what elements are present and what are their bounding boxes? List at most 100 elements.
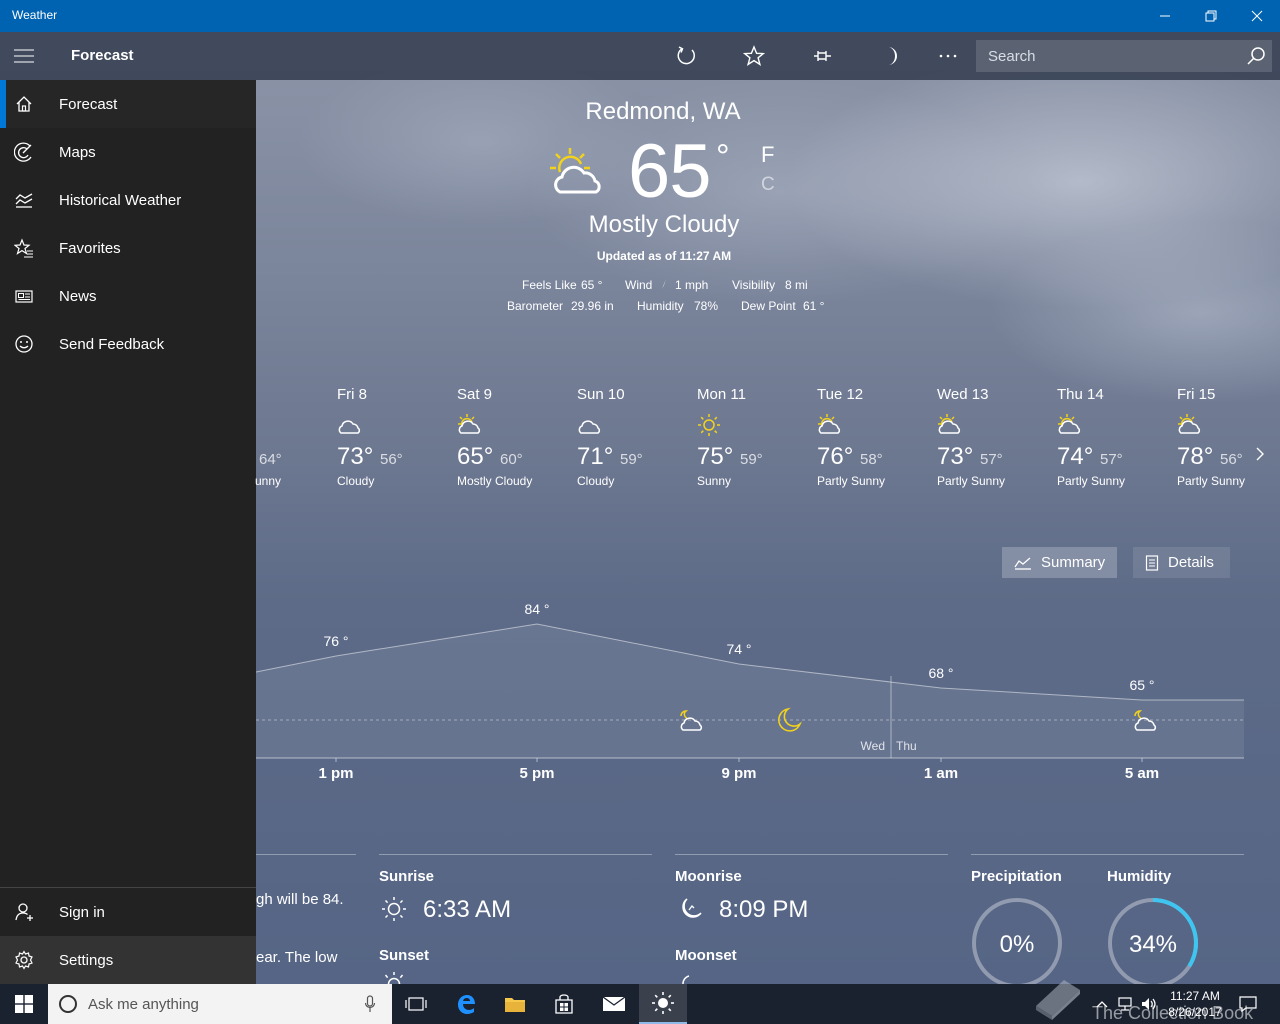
- sunset-label: Sunset: [379, 947, 430, 964]
- weather-taskbar-button[interactable]: [639, 984, 687, 1024]
- more-button[interactable]: [924, 32, 972, 80]
- search-box: [976, 40, 1272, 72]
- hamburger-icon: [14, 49, 34, 63]
- day-summary-text: gh will be 84.: [256, 891, 344, 908]
- day-condition: Partly Sunny: [1057, 474, 1126, 488]
- sunrise-icon: [382, 897, 406, 921]
- close-button[interactable]: [1234, 0, 1280, 32]
- wind-direction-icon: [662, 279, 666, 289]
- partly-sunny-icon: [1058, 414, 1081, 434]
- task-view-button[interactable]: [392, 984, 440, 1024]
- cloud-icon: [338, 420, 361, 434]
- degree-symbol: °: [716, 138, 730, 176]
- location-name: Redmond, WA: [585, 98, 741, 125]
- moonrise-label: Moonrise: [675, 868, 742, 885]
- hamburger-menu-button[interactable]: [0, 32, 48, 80]
- favorite-button[interactable]: [730, 32, 778, 80]
- unit-celsius-toggle[interactable]: C: [761, 174, 775, 196]
- edge-icon: [458, 995, 475, 1014]
- day-high-temp: 71°: [577, 443, 614, 470]
- humidity-gauge: 34%: [1107, 897, 1199, 989]
- edge-taskbar-button[interactable]: [442, 984, 490, 1024]
- nav-item-send-feedback[interactable]: Send Feedback: [0, 320, 256, 368]
- file-explorer-taskbar-button[interactable]: [491, 984, 539, 1024]
- window-title: Weather: [12, 8, 58, 22]
- updated-time: Updated as of 11:27 AM: [596, 249, 732, 263]
- day-divider-label: Wed: [861, 739, 885, 753]
- day-low-temp: 59°: [620, 451, 643, 468]
- unit-fahrenheit-toggle[interactable]: F: [761, 142, 774, 168]
- search-icon[interactable]: [1246, 46, 1266, 66]
- clock-time: 11:27 AM: [1170, 989, 1220, 1003]
- wind-label: Wind: [625, 278, 653, 292]
- dew-point-label: Dew Point: [741, 299, 796, 313]
- moonset-label: Moonset: [675, 947, 737, 964]
- nav-item-sign-in[interactable]: Sign in: [0, 888, 256, 936]
- humidity-card-value: 34%: [1128, 931, 1178, 958]
- navigation-pane: Forecast Maps Historical Weather Favorit…: [0, 80, 256, 984]
- nav-item-historical-weather[interactable]: Historical Weather: [0, 176, 256, 224]
- partly-sunny-icon: [938, 414, 961, 434]
- barometer-value: 29.96 in: [571, 299, 614, 313]
- smiley-icon: [15, 335, 33, 353]
- person-icon: [15, 903, 33, 921]
- day-condition: Sunny: [697, 474, 732, 488]
- day-low-temp: 57°: [1100, 451, 1123, 468]
- day-high-temp: 74°: [1057, 443, 1094, 470]
- nav-item-label: Maps: [59, 144, 96, 161]
- card-divider: [379, 854, 652, 855]
- taskbar: 11:27 AM 8/26/2017: [0, 984, 1280, 1024]
- nav-item-favorites[interactable]: Favorites: [0, 224, 256, 272]
- mail-taskbar-button[interactable]: [590, 984, 638, 1024]
- temperature-label: 84 °: [524, 601, 549, 617]
- details-button[interactable]: Details: [1133, 547, 1230, 578]
- book-logo-icon: [1036, 980, 1080, 1020]
- pin-button[interactable]: [798, 32, 846, 80]
- close-icon: [1251, 10, 1263, 22]
- day-name: Fri 8: [337, 386, 367, 403]
- nav-item-label: Favorites: [59, 240, 121, 257]
- moon-icon: [888, 47, 897, 65]
- day-name: Mon 11: [697, 386, 746, 403]
- store-taskbar-button[interactable]: [540, 984, 588, 1024]
- dark-mode-button[interactable]: [866, 32, 914, 80]
- day-condition: Partly Sunny: [817, 474, 886, 488]
- nav-item-label: Sign in: [59, 904, 105, 921]
- day-name: Tue 12: [817, 386, 864, 403]
- summary-button[interactable]: Summary: [1002, 547, 1117, 578]
- document-icon: [1145, 554, 1159, 571]
- microphone-icon[interactable]: [364, 995, 376, 1013]
- task-view-icon: [405, 997, 427, 1011]
- folder-icon: [505, 998, 525, 1012]
- nav-item-label: Historical Weather: [59, 192, 182, 209]
- title-bar: Weather: [0, 0, 1280, 32]
- day-low-temp: 60°: [500, 451, 523, 468]
- day-name: Sat 9: [457, 386, 493, 403]
- card-divider: [971, 854, 1244, 855]
- partly-cloudy-icon: [458, 414, 481, 434]
- day-low-temp: 56°: [380, 451, 403, 468]
- day-high-temp: 76°: [817, 443, 854, 470]
- day-condition: unny: [255, 474, 282, 488]
- cortana-search-input[interactable]: [88, 984, 348, 1024]
- nav-item-news[interactable]: News: [0, 272, 256, 320]
- cortana-icon: [59, 995, 77, 1013]
- day-name: Thu 14: [1057, 386, 1104, 403]
- chevron-right-icon[interactable]: [1255, 446, 1265, 462]
- nav-item-settings[interactable]: Settings: [0, 936, 256, 984]
- day-high-temp: 78°: [1177, 443, 1214, 470]
- minimize-button[interactable]: [1142, 0, 1188, 32]
- refresh-button[interactable]: [662, 32, 710, 80]
- x-tick-label: 9 pm: [721, 765, 756, 782]
- search-input[interactable]: [976, 40, 1236, 72]
- day-name: Fri 15: [1177, 386, 1216, 403]
- current-temperature: 65: [628, 129, 712, 214]
- start-button[interactable]: [0, 984, 48, 1024]
- restore-button[interactable]: [1188, 0, 1234, 32]
- nav-item-forecast[interactable]: Forecast: [0, 80, 256, 128]
- hourly-temperature-chart: 76 ° 84 ° 74 ° 68 ° 65 ° 1 pm 5 pm 9 pm 1 am 5 am…: [256, 601, 1244, 782]
- news-icon: [15, 290, 33, 303]
- nav-item-maps[interactable]: Maps: [0, 128, 256, 176]
- feels-like-label: Feels Like: [522, 278, 577, 292]
- night-summary-text: ear. The low: [256, 949, 338, 966]
